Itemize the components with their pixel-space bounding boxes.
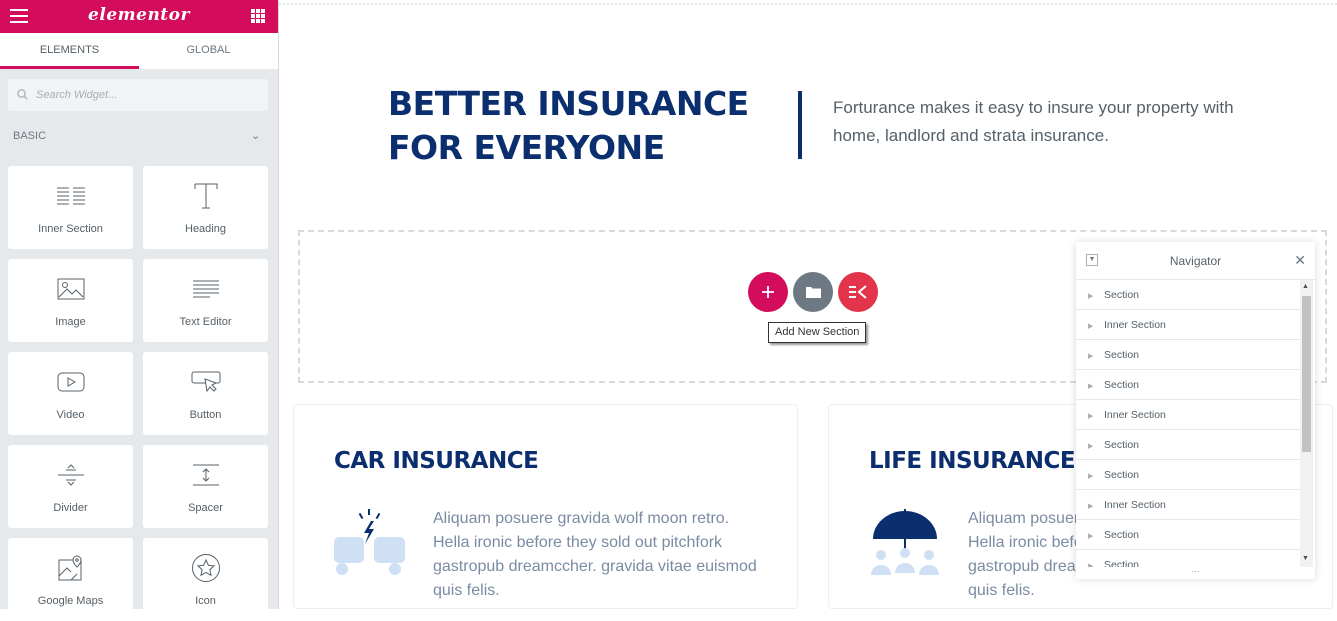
navigator-item[interactable]: ▶ Section: [1076, 280, 1300, 310]
panel-tabs: ELEMENTS GLOBAL: [0, 33, 278, 69]
widget-label: Video: [56, 409, 85, 421]
widget-label: Google Maps: [37, 595, 104, 607]
navigator-resize-handle[interactable]: ...: [1076, 565, 1315, 579]
navigator-scrollbar[interactable]: ▲ ▼: [1300, 280, 1313, 567]
star-icon: [143, 552, 268, 584]
navigator-item-label: Section: [1104, 469, 1140, 481]
section-top-border: [279, 0, 1337, 5]
heading-icon: [143, 180, 268, 212]
caret-right-icon[interactable]: ▶: [1088, 372, 1104, 402]
button-icon: [143, 366, 268, 398]
widgets-grid-icon[interactable]: [251, 9, 265, 23]
navigator-item-label: Section: [1104, 559, 1140, 567]
widget-inner-section[interactable]: Inner Section: [8, 166, 133, 249]
folder-icon: [805, 287, 821, 298]
widget-label: Image: [55, 316, 86, 328]
navigator-item-label: Inner Section: [1104, 409, 1166, 421]
navigator-item[interactable]: ▶ Section: [1076, 340, 1300, 370]
plus-icon: [762, 286, 774, 298]
hero-tagline[interactable]: Forturance makes it easy to insure your …: [833, 94, 1263, 150]
add-template-button[interactable]: [793, 272, 833, 312]
car-crash-icon: [334, 509, 406, 584]
envato-kit-button[interactable]: [838, 272, 878, 312]
navigator-item[interactable]: ▶ Section: [1076, 460, 1300, 490]
search-icon: [17, 89, 28, 100]
card-title: LIFE INSURANCE: [869, 448, 1076, 474]
caret-right-icon[interactable]: ▶: [1088, 552, 1104, 567]
hero-heading-line1: BETTER INSURANCE: [388, 84, 749, 123]
spacer-icon: [143, 459, 268, 491]
navigator-item[interactable]: ▶ Inner Section: [1076, 310, 1300, 340]
widget-text-editor[interactable]: Text Editor: [143, 259, 268, 342]
navigator-item[interactable]: ▶ Section: [1076, 430, 1300, 460]
navigator-item[interactable]: ▶ Inner Section: [1076, 490, 1300, 520]
text-editor-icon: [143, 273, 268, 305]
navigator-item-label: Inner Section: [1104, 499, 1166, 511]
scroll-down-icon[interactable]: ▼: [1302, 555, 1309, 562]
caret-right-icon[interactable]: ▶: [1088, 312, 1104, 342]
search-placeholder: Search Widget...: [36, 89, 118, 101]
navigator-item[interactable]: ▶ Section: [1076, 370, 1300, 400]
card-title: CAR INSURANCE: [334, 448, 539, 474]
widget-label: Inner Section: [38, 223, 103, 235]
widget-label: Button: [189, 409, 222, 421]
widget-button[interactable]: Button: [143, 352, 268, 435]
tab-elements[interactable]: ELEMENTS: [0, 33, 139, 69]
add-section-button[interactable]: [748, 272, 788, 312]
kit-icon: [849, 285, 867, 299]
google-maps-icon: [8, 552, 133, 584]
divider-icon: [8, 459, 133, 491]
inner-section-icon: [8, 180, 133, 212]
caret-right-icon[interactable]: ▶: [1088, 522, 1104, 552]
widget-label: Icon: [195, 595, 216, 607]
navigator-item[interactable]: ▶ Inner Section: [1076, 400, 1300, 430]
vertical-divider: [798, 91, 802, 159]
category-basic-label[interactable]: BASIC: [13, 130, 46, 142]
widget-heading[interactable]: Heading: [143, 166, 268, 249]
navigator-item-label: Section: [1104, 379, 1140, 391]
widget-divider[interactable]: Divider: [8, 445, 133, 528]
navigator-item-label: Section: [1104, 349, 1140, 361]
car-insurance-card[interactable]: CAR INSURANCE Aliquam posuere gravida wo…: [293, 404, 798, 609]
hero-heading[interactable]: BETTER INSURANCE FOR EVERYONE: [388, 82, 749, 170]
navigator-item-label: Section: [1104, 289, 1140, 301]
caret-right-icon[interactable]: ▶: [1088, 402, 1104, 432]
scroll-up-icon[interactable]: ▲: [1302, 283, 1309, 290]
elementor-logo: elementor: [88, 5, 190, 25]
chevron-down-icon[interactable]: ⌄: [251, 129, 260, 142]
add-section-tooltip: Add New Section: [768, 322, 867, 343]
widget-spacer[interactable]: Spacer: [143, 445, 268, 528]
caret-right-icon[interactable]: ▶: [1088, 342, 1104, 372]
caret-right-icon[interactable]: ▶: [1088, 282, 1104, 312]
caret-right-icon[interactable]: ▶: [1088, 432, 1104, 462]
image-icon: [8, 273, 133, 305]
navigator-item-label: Section: [1104, 529, 1140, 541]
navigator-item[interactable]: ▶ Section: [1076, 520, 1300, 550]
widget-label: Text Editor: [179, 316, 232, 328]
scrollbar-thumb[interactable]: [1302, 296, 1311, 452]
widget-label: Heading: [185, 223, 226, 235]
hero-heading-line2: FOR EVERYONE: [388, 128, 665, 167]
navigator-item-label: Inner Section: [1104, 319, 1166, 331]
caret-right-icon[interactable]: ▶: [1088, 492, 1104, 522]
widget-video[interactable]: Video: [8, 352, 133, 435]
video-icon: [8, 366, 133, 398]
tab-global[interactable]: GLOBAL: [139, 33, 278, 69]
panel-header: elementor: [0, 0, 278, 33]
widget-label: Divider: [53, 502, 88, 514]
search-widget-input[interactable]: Search Widget...: [8, 79, 268, 111]
navigator-item[interactable]: ▶ Section: [1076, 550, 1300, 567]
close-icon[interactable]: ✕: [1294, 252, 1306, 269]
caret-right-icon[interactable]: ▶: [1088, 462, 1104, 492]
editor-panel: elementor ELEMENTS GLOBAL Search Widget.…: [0, 0, 279, 621]
navigator-item-label: Section: [1104, 439, 1140, 451]
navigator-panel: ▼ Navigator ✕ ▶ Section ▶ Inner Section ▶ S…: [1076, 242, 1315, 579]
navigator-list: ▶ Section ▶ Inner Section ▶ Section ▶ Sectio…: [1076, 280, 1300, 567]
navigator-title: Navigator: [1169, 254, 1222, 268]
navigator-header[interactable]: ▼ Navigator ✕: [1076, 242, 1315, 280]
card-body: Aliquam posuere gravida wolf moon retro.…: [433, 510, 757, 599]
widget-label: Spacer: [188, 502, 223, 514]
umbrella-family-icon: [869, 509, 941, 584]
widget-image[interactable]: Image: [8, 259, 133, 342]
